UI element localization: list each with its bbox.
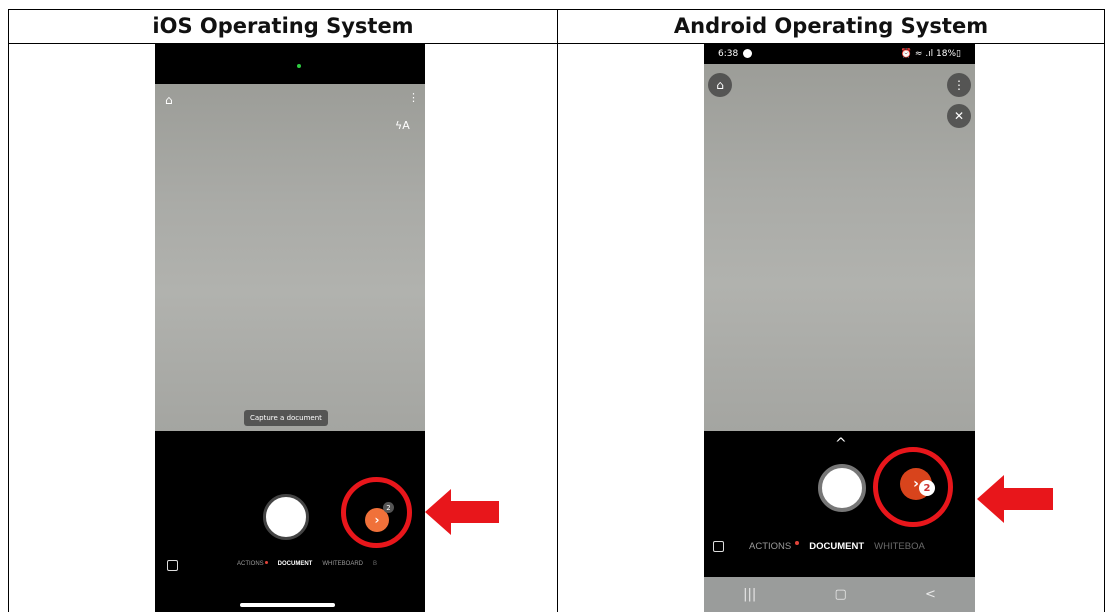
flash-off-icon[interactable]: ✕	[947, 104, 971, 128]
more-vert-icon[interactable]: ⋮	[947, 73, 971, 97]
shutter-button[interactable]	[263, 494, 309, 540]
flash-auto-icon[interactable]: ϟA	[395, 120, 410, 131]
mode-document[interactable]: DOCUMENT	[278, 561, 313, 567]
column-divider	[557, 9, 558, 612]
chevron-up-icon[interactable]: ^	[835, 436, 847, 452]
home-icon[interactable]: ⌂	[708, 73, 732, 97]
home-button[interactable]: ▢	[834, 587, 846, 602]
home-indicator[interactable]	[240, 603, 335, 607]
new-dot-icon	[264, 561, 268, 564]
camera-viewfinder[interactable]	[155, 84, 425, 431]
status-time: 6:38	[718, 49, 739, 59]
mode-actions[interactable]: ACTIONS	[237, 561, 268, 567]
header-ios: iOS Operating System	[152, 14, 414, 38]
new-dot-icon	[795, 541, 800, 545]
android-screenshot: 6:38 ⏰ ≈ .ıl 18%▯ ⌂ ⋮ ✕ ^ › 2 ACTIONS DO…	[704, 44, 975, 612]
gallery-icon[interactable]	[167, 560, 178, 571]
mode-selector[interactable]: ACTIONS DOCUMENT WHITEBOARD B	[237, 561, 377, 567]
notification-icon	[743, 49, 752, 58]
mode-actions[interactable]: ACTIONS	[749, 541, 800, 552]
capture-hint: Capture a document	[244, 410, 328, 426]
arrow-shape	[425, 489, 499, 535]
shutter-button[interactable]	[818, 464, 866, 512]
header-android: Android Operating System	[673, 14, 989, 38]
red-arrow-android	[977, 475, 1053, 523]
red-arrow-ios	[425, 489, 499, 535]
mode-whiteboard[interactable]: WHITEBOA	[874, 541, 925, 552]
highlight-circle-android	[873, 447, 953, 527]
camera-viewfinder[interactable]	[704, 64, 975, 431]
gallery-icon[interactable]	[713, 541, 724, 552]
camera-indicator-dot	[297, 64, 301, 68]
mode-document[interactable]: DOCUMENT	[809, 541, 864, 552]
status-bar: 6:38 ⏰ ≈ .ıl 18%▯	[704, 44, 975, 64]
status-icons: ⏰ ≈ .ıl 18%▯	[900, 49, 961, 59]
arrow-shape	[977, 475, 1053, 523]
home-icon[interactable]: ⌂	[165, 94, 173, 106]
mode-whiteboard[interactable]: WHITEBOARD	[322, 561, 363, 567]
highlight-circle-ios	[341, 477, 412, 548]
back-button[interactable]: <	[925, 587, 936, 602]
more-vert-icon[interactable]: ⋮	[408, 92, 419, 103]
mode-selector[interactable]: ACTIONS DOCUMENT WHITEBOA	[749, 541, 925, 552]
mode-next[interactable]: B	[373, 561, 377, 567]
recents-button[interactable]: |||	[743, 587, 756, 602]
system-nav-bar: ||| ▢ <	[704, 577, 975, 612]
